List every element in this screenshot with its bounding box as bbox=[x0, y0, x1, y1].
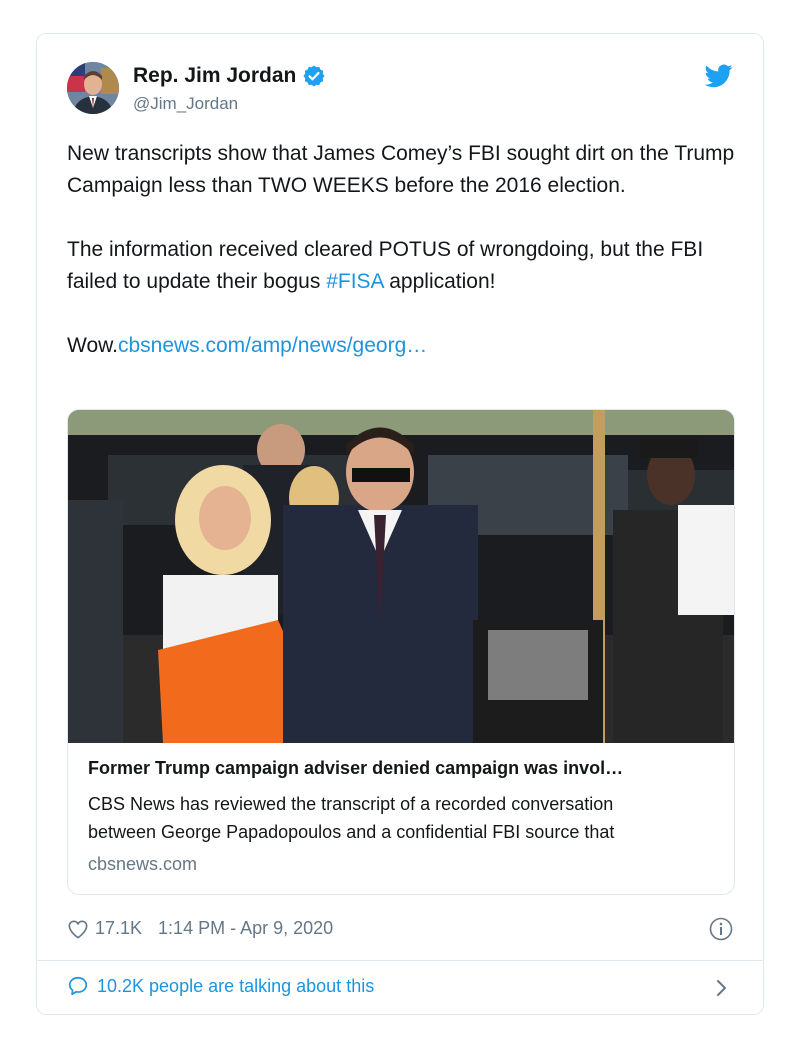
verified-badge-icon bbox=[303, 65, 325, 87]
tweet-paragraph-3: Wow.cbsnews.com/amp/news/georg… bbox=[67, 330, 737, 362]
card-description-line-1: CBS News has reviewed the transcript of … bbox=[88, 794, 614, 814]
tweet-timestamp[interactable]: 1:14 PM - Apr 9, 2020 bbox=[158, 918, 333, 939]
link-preview-card[interactable]: Former Trump campaign adviser denied cam… bbox=[67, 409, 735, 895]
author-handle[interactable]: @Jim_Jordan bbox=[133, 94, 238, 114]
avatar-image bbox=[67, 62, 119, 114]
tweet-paragraph-3-prefix: Wow. bbox=[67, 334, 118, 357]
author-name-row[interactable]: Rep. Jim Jordan bbox=[133, 64, 326, 88]
tweet-meta: 17.1K 1:14 PM - Apr 9, 2020 bbox=[67, 918, 333, 939]
chevron-right-icon[interactable] bbox=[715, 977, 729, 999]
card-description: CBS News has reviewed the transcript of … bbox=[88, 790, 718, 846]
article-url-link[interactable]: cbsnews.com/amp/news/georg… bbox=[118, 334, 427, 357]
footer-divider bbox=[37, 960, 763, 961]
twitter-bird-icon[interactable] bbox=[705, 64, 733, 88]
hashtag-fisa-link[interactable]: #FISA bbox=[326, 270, 383, 293]
avatar[interactable] bbox=[67, 62, 119, 114]
tweet-text: New transcripts show that James Comey’s … bbox=[67, 138, 737, 362]
speech-bubble-icon bbox=[68, 976, 88, 996]
card-description-line-2: between George Papadopoulos and a confid… bbox=[88, 822, 615, 842]
like-count[interactable]: 17.1K bbox=[95, 918, 142, 939]
tweet-card: Rep. Jim Jordan @Jim_Jordan New transcri… bbox=[36, 33, 764, 1015]
conversation-link[interactable]: 10.2K people are talking about this bbox=[67, 975, 374, 997]
article-photo bbox=[68, 410, 734, 743]
info-icon[interactable] bbox=[709, 917, 733, 941]
tweet-paragraph-2: The information received cleared POTUS o… bbox=[67, 234, 737, 298]
card-title[interactable]: Former Trump campaign adviser denied cam… bbox=[88, 758, 718, 779]
tweet-paragraph-1: New transcripts show that James Comey’s … bbox=[67, 142, 735, 197]
tweet-paragraph-2-end: application! bbox=[383, 270, 496, 293]
author-name[interactable]: Rep. Jim Jordan bbox=[133, 64, 296, 88]
card-domain: cbsnews.com bbox=[88, 854, 198, 874]
heart-icon[interactable] bbox=[67, 919, 89, 939]
conversation-count-text[interactable]: 10.2K people are talking about this bbox=[97, 976, 374, 997]
